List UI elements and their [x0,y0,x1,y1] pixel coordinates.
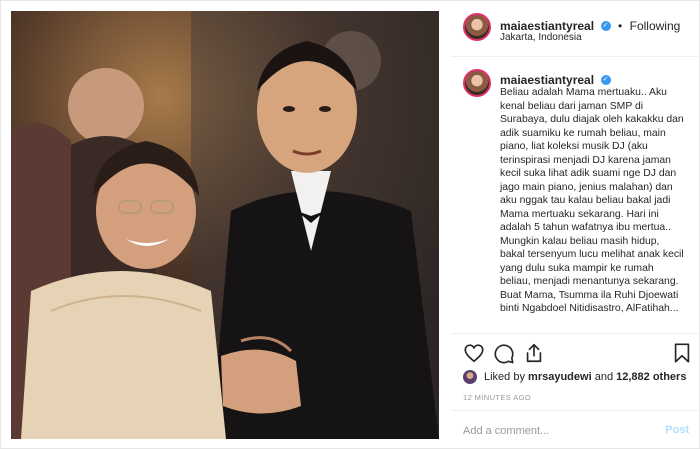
instagram-post: maiaestiantyreal ✓ • Following Jakarta, … [0,0,700,449]
post-photo-illustration [11,11,439,439]
caption-section: maiaestiantyreal ✓ Beliau adalah Mama me… [451,57,700,334]
share-icon[interactable] [523,342,545,364]
comment-box: Post [451,410,700,449]
comment-input[interactable] [463,423,653,439]
likes-count[interactable]: 12,882 others [616,371,686,383]
caption-author-username[interactable]: maiaestiantyreal [500,73,594,87]
likes-summary[interactable]: Liked by mrsayudewi and 12,882 others [484,371,686,383]
separator-dot: • [617,19,623,33]
author-username[interactable]: maiaestiantyreal [500,19,594,33]
bookmark-icon[interactable] [671,342,693,364]
post-caption: Beliau adalah Mama mertuaku.. Aku kenal … [500,87,684,314]
author-avatar[interactable] [463,13,491,41]
post-comment-button[interactable]: Post [665,424,689,436]
comment-icon[interactable] [493,342,515,364]
likes-prefix: Liked by [484,371,525,383]
post-location[interactable]: Jakarta, Indonesia [500,32,582,43]
follow-status-button[interactable]: Following [630,19,681,33]
liker-username[interactable]: mrsayudewi [528,371,592,383]
likes-joiner: and [594,371,614,383]
post-header: maiaestiantyreal ✓ • Following Jakarta, … [451,1,700,57]
heart-icon[interactable] [463,342,485,364]
caption-author-avatar[interactable] [463,69,491,97]
post-photo[interactable] [11,11,439,439]
liker-avatar[interactable] [463,370,477,384]
post-sidebar: maiaestiantyreal ✓ • Following Jakarta, … [451,1,700,449]
verified-badge-icon: ✓ [600,20,611,31]
verified-badge-icon: ✓ [600,74,611,85]
action-bar [451,334,700,370]
post-timestamp[interactable]: 12 MINUTES AGO [463,393,531,402]
